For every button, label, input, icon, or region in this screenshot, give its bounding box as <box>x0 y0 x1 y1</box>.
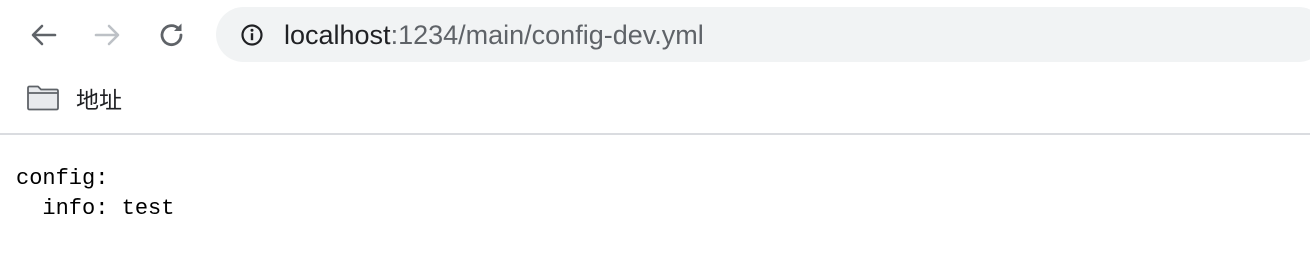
folder-icon <box>27 85 59 111</box>
arrow-right-icon <box>94 24 120 46</box>
bookmark-folder-label: 地址 <box>76 88 122 114</box>
url-text[interactable]: localhost:1234/main/config-dev.yml <box>284 20 704 50</box>
url-path: :1234/main/config-dev.yml <box>390 20 704 50</box>
arrow-left-icon <box>31 24 57 46</box>
browser-toolbar: localhost:1234/main/config-dev.yml <box>0 0 1310 70</box>
content-line: config: <box>16 166 109 191</box>
info-icon[interactable] <box>240 23 264 47</box>
address-bar[interactable]: localhost:1234/main/config-dev.yml <box>216 7 1310 62</box>
bookmark-folder[interactable]: 地址 <box>24 80 128 116</box>
bookmarks-bar: 地址 <box>0 70 1310 135</box>
url-host: localhost <box>284 20 391 50</box>
reload-button[interactable] <box>152 15 192 55</box>
page-content: config: info: test <box>16 164 174 224</box>
back-button[interactable] <box>24 15 64 55</box>
reload-icon <box>160 23 183 47</box>
forward-button[interactable] <box>87 15 127 55</box>
content-line: info: test <box>16 196 175 221</box>
